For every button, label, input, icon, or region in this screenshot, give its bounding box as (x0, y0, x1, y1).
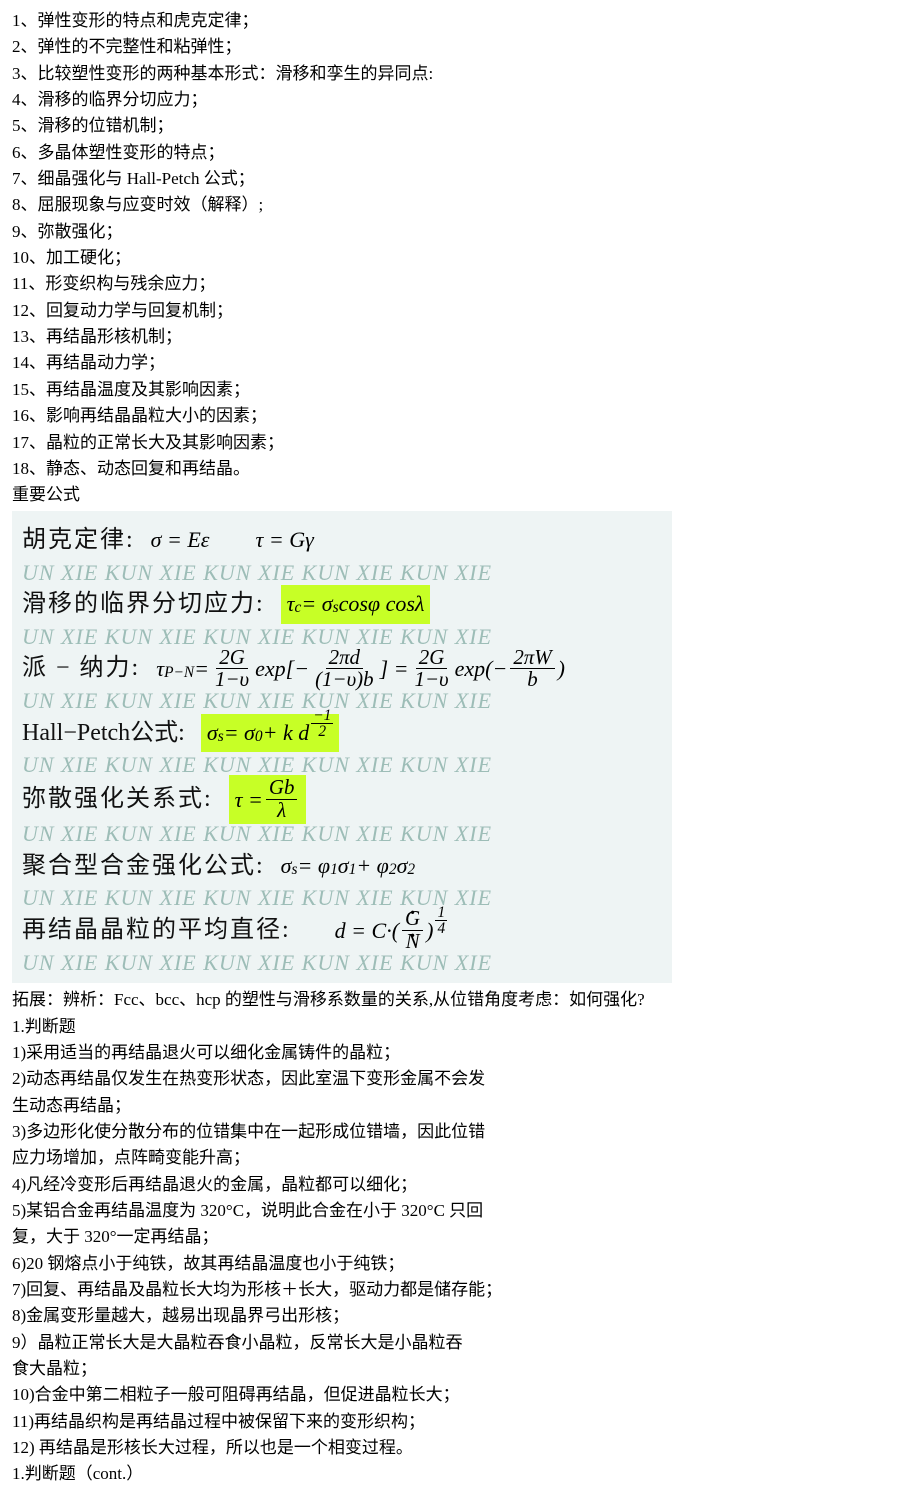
formula-label: 滑移的临界分切应力: (22, 586, 265, 623)
watermark-row: UN XIE KUN XIE KUN XIE KUN XIE KUN XIE (22, 691, 662, 711)
formula-eq: τP−N = 2G1−υ exp[− 2πd(1−υ)b ] = 2G1−υ e… (156, 647, 565, 692)
formula-crss: 滑移的临界分切应力: τc = σs cosφ cosλ (22, 583, 662, 627)
topic-item: 3、比较塑性变形的两种基本形式：滑移和孪生的异同点: (12, 61, 908, 87)
topic-item: 5、滑移的位错机制； (12, 113, 908, 139)
formula-hooke: 胡克定律: σ = Eε τ = Gγ (22, 519, 662, 563)
formula-alloy: 聚合型合金强化公式: σs = φ1σ1 + φ2σ2 (22, 844, 662, 888)
topic-item: 11、形变织构与残余应力； (12, 271, 908, 297)
formula-eq-highlight: σs = σ0 + k d −12 (201, 714, 339, 752)
topic-item: 17、晶粒的正常长大及其影响因素； (12, 430, 908, 456)
topic-item: 9、弥散强化； (12, 219, 908, 245)
formula-label: 弥散强化关系式: (22, 781, 213, 818)
question-item: 生动态再结晶； (12, 1093, 908, 1119)
formula-eq: τ = Gγ (255, 523, 313, 557)
topic-item: 8、屈服现象与应变时效（解释）; (12, 192, 908, 218)
formula-eq: σs = φ1σ1 + φ2σ2 (281, 849, 415, 883)
watermark-row: UN XIE KUN XIE KUN XIE KUN XIE KUN XIE (22, 563, 662, 583)
watermark-row: UN XIE KUN XIE KUN XIE KUN XIE KUN XIE (22, 824, 662, 844)
formula-section-title: 重要公式 (12, 482, 908, 508)
topics-list: 1、弹性变形的特点和虎克定律； 2、弹性的不完整性和粘弹性； 3、比较塑性变形的… (12, 8, 908, 482)
formula-grain: 再结晶晶粒的平均直径: d = C·( G N ) 14 (22, 908, 662, 953)
question-item: 2)动态再结晶仅发生在热变形状态，因此室温下变形金属不会发 (12, 1066, 908, 1092)
question-item: 4)凡经冷变形后再结晶退火的金属，晶粒都可以细化； (12, 1172, 908, 1198)
question-item: 10)合金中第二相粒子一般可阻碍再结晶，但促进晶粒长大； (12, 1382, 908, 1408)
topic-item: 12、回复动力学与回复机制； (12, 298, 908, 324)
judgement-title: 1.判断题 (12, 1014, 908, 1040)
question-item: 5)某铝合金再结晶温度为 320°C，说明此合金在小于 320°C 只回 (12, 1198, 908, 1224)
formula-label: 再结晶晶粒的平均直径: (22, 912, 291, 949)
formula-label: 胡克定律: (22, 522, 135, 559)
formula-block: 胡克定律: σ = Eε τ = Gγ UN XIE KUN XIE KUN X… (12, 511, 672, 984)
question-item: 11)再结晶织构是再结晶过程中被保留下来的变形织构； (12, 1409, 908, 1435)
question-item: 8)金属变形量越大，越易出现晶界弓出形核； (12, 1303, 908, 1329)
judgement-cont-title: 1.判断题（cont.） (12, 1461, 908, 1487)
extension-text: 拓展：辨析：Fcc、bcc、hcp 的塑性与滑移系数量的关系,从位错角度考虑：如… (12, 987, 908, 1013)
formula-eq: d = C·( G N ) 14 (335, 908, 447, 953)
watermark-row: UN XIE KUN XIE KUN XIE KUN XIE KUN XIE (22, 755, 662, 775)
topic-item: 15、再结晶温度及其影响因素； (12, 377, 908, 403)
question-item: 6)20 钢熔点小于纯铁，故其再结晶温度也小于纯铁； (12, 1251, 908, 1277)
question-item: 3)多边形化使分散分布的位错集中在一起形成位错墙，因此位错 (12, 1119, 908, 1145)
topic-item: 4、滑移的临界分切应力； (12, 87, 908, 113)
topic-item: 2、弹性的不完整性和粘弹性； (12, 34, 908, 60)
topic-item: 6、多晶体塑性变形的特点； (12, 140, 908, 166)
topic-item: 18、静态、动态回复和再结晶。 (12, 456, 908, 482)
topic-item: 16、影响再结晶晶粒大小的因素； (12, 403, 908, 429)
topic-item: 14、再结晶动力学； (12, 350, 908, 376)
question-item: 12) 再结晶是形核长大过程，所以也是一个相变过程。 (12, 1435, 908, 1461)
formula-eq-highlight: τ = Gbλ (229, 775, 307, 824)
topic-item: 1、弹性变形的特点和虎克定律； (12, 8, 908, 34)
formula-dispersion: 弥散强化关系式: τ = Gbλ (22, 775, 662, 824)
question-item: 复，大于 320°一定再结晶； (12, 1224, 908, 1250)
question-item: 9）晶粒正常长大是大晶粒吞食小晶粒，反常长大是小晶粒吞 (12, 1330, 908, 1356)
topic-item: 7、细晶强化与 Hall-Petch 公式； (12, 166, 908, 192)
watermark-row: UN XIE KUN XIE KUN XIE KUN XIE KUN XIE (22, 888, 662, 908)
formula-label: Hall−Petch公式: (22, 715, 185, 752)
watermark-row: UN XIE KUN XIE KUN XIE KUN XIE KUN XIE (22, 627, 662, 647)
formula-eq: σ = Eε (151, 523, 210, 557)
formula-eq-highlight: τc = σs cosφ cosλ (281, 585, 431, 623)
formula-pn: 派 − 纳力: τP−N = 2G1−υ exp[− 2πd(1−υ)b ] =… (22, 647, 662, 692)
topic-item: 13、再结晶形核机制； (12, 324, 908, 350)
formula-label: 派 − 纳力: (22, 650, 140, 687)
question-item: 1)采用适当的再结晶退火可以细化金属铸件的晶粒； (12, 1040, 908, 1066)
questions-list: 1)采用适当的再结晶退火可以细化金属铸件的晶粒； 2)动态再结晶仅发生在热变形状… (12, 1040, 908, 1462)
question-item: 应力场增加，点阵畸变能升高； (12, 1145, 908, 1171)
formula-hall-petch: Hall−Petch公式: σs = σ0 + k d −12 (22, 711, 662, 755)
formula-label: 聚合型合金强化公式: (22, 848, 265, 885)
watermark-row: UN XIE KUN XIE KUN XIE KUN XIE KUN XIE (22, 953, 662, 973)
question-item: 食大晶粒； (12, 1356, 908, 1382)
question-item: 7)回复、再结晶及晶粒长大均为形核＋长大，驱动力都是储存能； (12, 1277, 908, 1303)
topic-item: 10、加工硬化； (12, 245, 908, 271)
